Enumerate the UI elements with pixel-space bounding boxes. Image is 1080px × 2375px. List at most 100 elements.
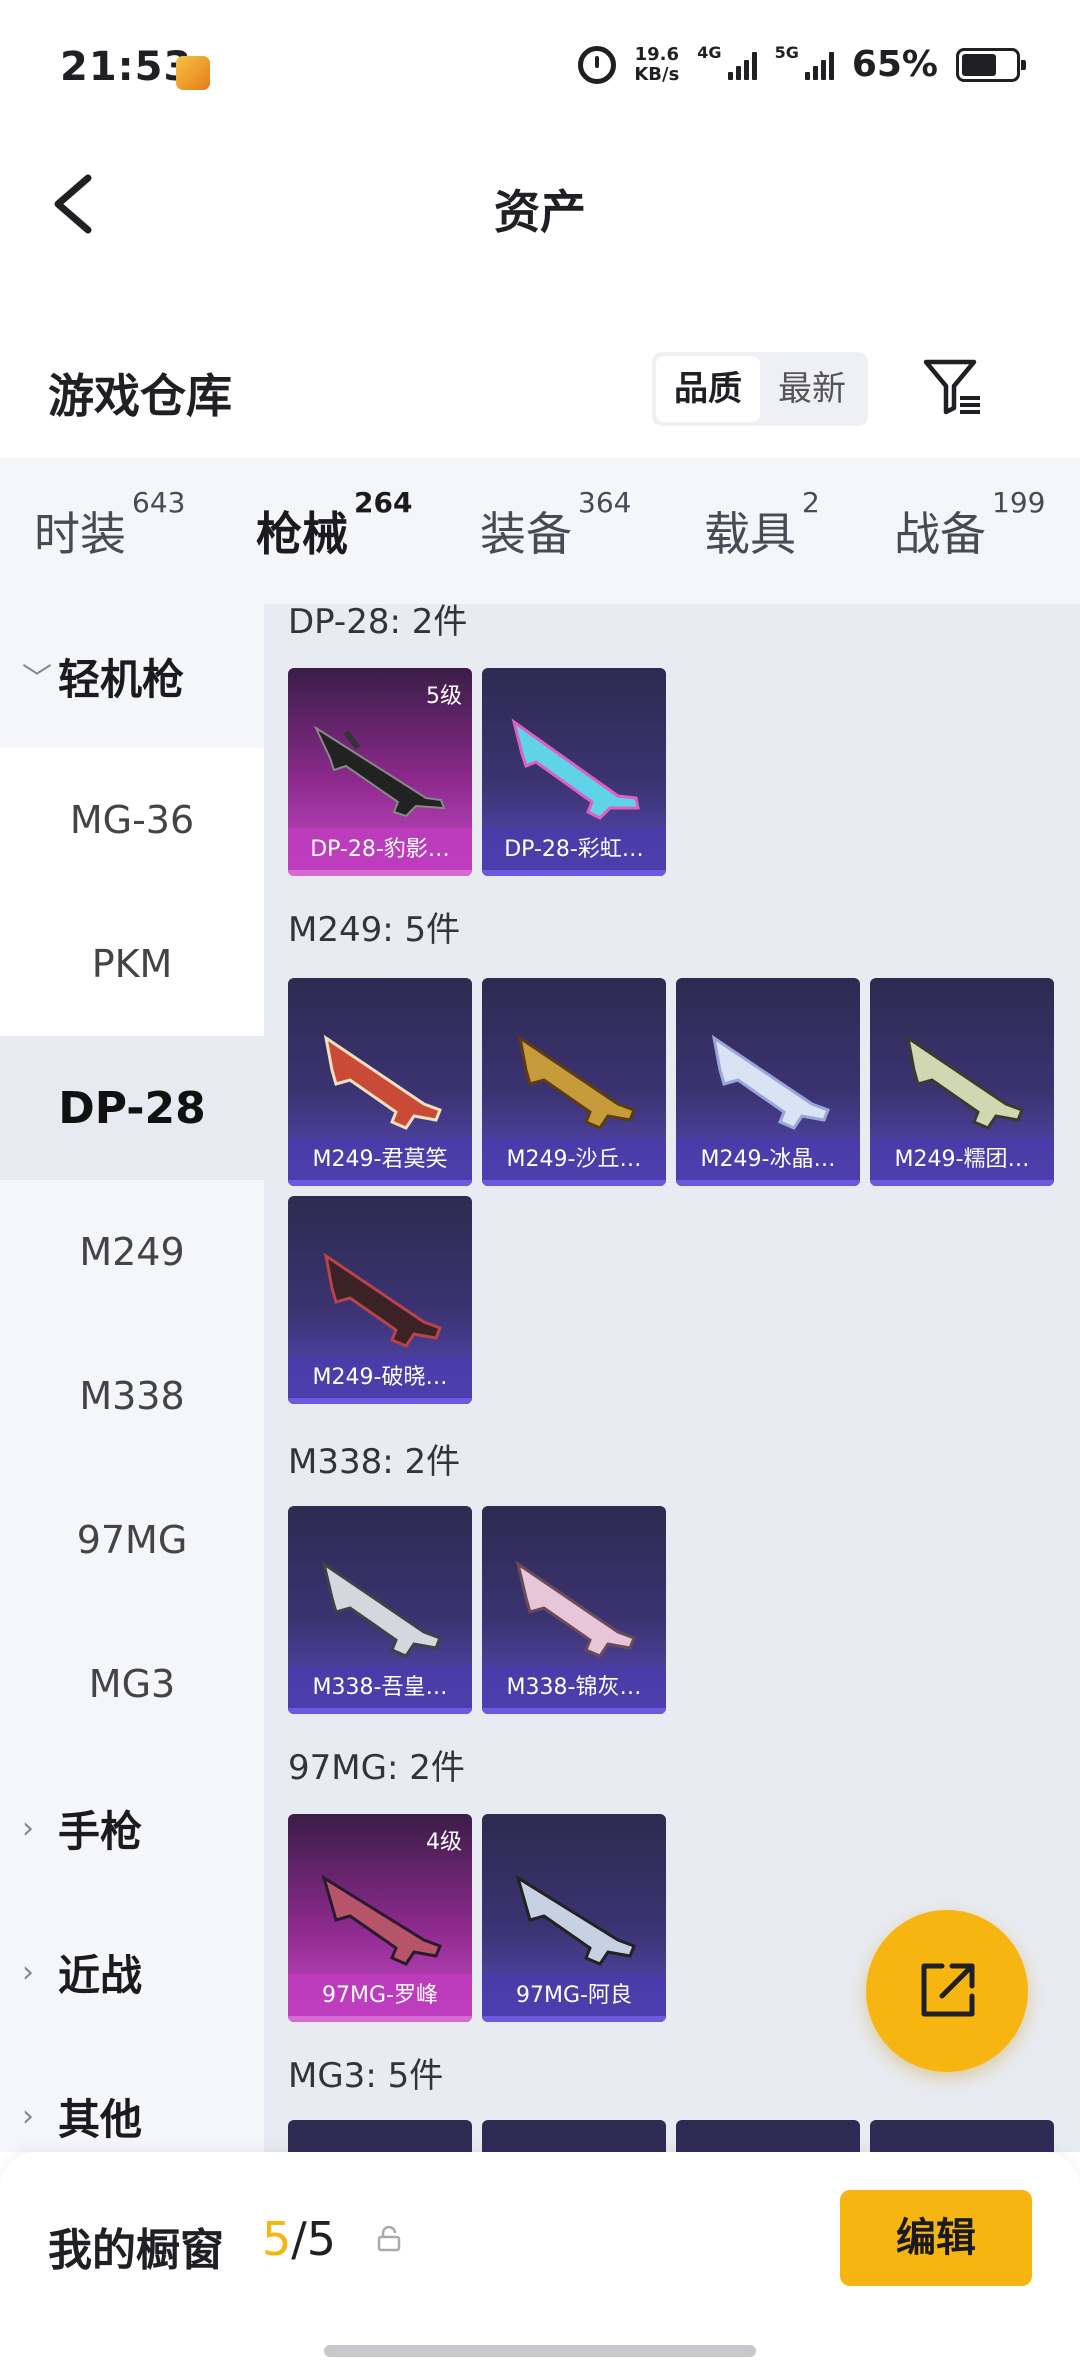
tab-label: 时装 bbox=[34, 507, 126, 561]
tab-vehicles[interactable]: 载具2 bbox=[704, 486, 820, 564]
gun-image bbox=[515, 1560, 636, 1658]
sidebar-item-mg3[interactable]: MG3 bbox=[0, 1612, 264, 1756]
signal-icon bbox=[727, 50, 757, 80]
skin-name: M249-沙丘… bbox=[482, 1138, 666, 1186]
chevron-right-icon: › bbox=[22, 1954, 34, 1990]
tab-count: 364 bbox=[578, 486, 632, 519]
showcase-label: 我的橱窗 bbox=[48, 2225, 224, 2276]
skin-card[interactable]: DP-28-彩虹… bbox=[482, 668, 666, 876]
chevron-right-icon: › bbox=[22, 2098, 34, 2134]
status-bar: 21:53 19.6 KB/s 4G 5G 65% bbox=[0, 0, 1080, 140]
skin-card[interactable]: M249-沙丘… bbox=[482, 978, 666, 1186]
share-icon bbox=[921, 1963, 975, 2017]
skin-card[interactable]: M249-破晓… bbox=[288, 1196, 472, 1404]
skin-name: 97MG-罗峰 bbox=[288, 1974, 472, 2022]
skin-name: M249-君莫笑 bbox=[288, 1138, 472, 1186]
share-button[interactable] bbox=[866, 1910, 1028, 2072]
section-title-m338: M338: 2件 bbox=[288, 1442, 461, 1482]
filter-button[interactable] bbox=[920, 354, 986, 420]
section-title-m249: M249: 5件 bbox=[288, 910, 461, 950]
filter-icon bbox=[923, 359, 980, 415]
network-speed-unit: KB/s bbox=[634, 63, 680, 85]
sidebar-item-mg36[interactable]: MG-36 bbox=[0, 748, 264, 892]
home-indicator[interactable] bbox=[324, 2345, 756, 2357]
chevron-right-icon: › bbox=[22, 1810, 34, 1846]
tab-fashion[interactable]: 时装643 bbox=[34, 486, 185, 564]
network-type-2: 5G bbox=[774, 43, 799, 62]
skin-card[interactable]: M249-君莫笑 bbox=[288, 978, 472, 1186]
battery-percent: 65% bbox=[851, 44, 938, 85]
sidebar-item-m249[interactable]: M249 bbox=[0, 1180, 264, 1324]
sidebar-group-lmg[interactable]: ﹀ 轻机枪 bbox=[0, 604, 264, 748]
alarm-icon bbox=[578, 45, 617, 84]
showcase-total: 5 bbox=[306, 2212, 337, 2266]
sidebar-item-dp28[interactable]: DP-28 bbox=[0, 1036, 264, 1180]
network-speed-value: 19.6 bbox=[634, 43, 680, 65]
skin-card[interactable] bbox=[288, 2120, 472, 2152]
tab-count: 199 bbox=[992, 486, 1046, 519]
sort-toggle: 品质 最新 bbox=[652, 352, 868, 426]
sidebar-group-pistol[interactable]: › 手枪 bbox=[0, 1756, 264, 1900]
sidebar-group-other[interactable]: › 其他 bbox=[0, 2044, 264, 2152]
skin-card[interactable]: M249-糯团… bbox=[870, 978, 1054, 1186]
skin-name: M249-冰晶… bbox=[676, 1138, 860, 1186]
tab-label: 战备 bbox=[894, 507, 986, 561]
sidebar-group-label: 其他 bbox=[58, 2094, 143, 2144]
skin-card[interactable]: M338-吾皇… bbox=[288, 1506, 472, 1714]
gun-image bbox=[313, 725, 446, 818]
sidebar-item-m338[interactable]: M338 bbox=[0, 1324, 264, 1468]
showcase-bar: 我的橱窗 5/5 编辑 bbox=[0, 2152, 1080, 2375]
skin-name: M249-破晓… bbox=[288, 1356, 472, 1404]
tab-label: 枪械 bbox=[256, 507, 348, 561]
sidebar-group-label: 手枪 bbox=[58, 1806, 143, 1856]
sidebar-group-label: 轻机枪 bbox=[58, 654, 185, 704]
gun-image bbox=[517, 1034, 636, 1130]
skin-name: M249-糯团… bbox=[870, 1138, 1054, 1186]
gun-image bbox=[321, 1874, 442, 1966]
tab-equipment[interactable]: 装备364 bbox=[480, 486, 631, 564]
tab-guns[interactable]: 枪械264 bbox=[256, 486, 412, 614]
status-time: 21:53 bbox=[60, 44, 193, 90]
sidebar-group-melee[interactable]: › 近战 bbox=[0, 1900, 264, 2044]
sidebar-group-label: 近战 bbox=[58, 1950, 143, 2000]
skin-card[interactable]: M249-冰晶… bbox=[676, 978, 860, 1186]
section-title-97mg: 97MG: 2件 bbox=[288, 1748, 465, 1788]
edit-button[interactable]: 编辑 bbox=[840, 2190, 1032, 2286]
skin-name: DP-28-豹影… bbox=[288, 828, 472, 876]
lock-icon bbox=[377, 2226, 401, 2252]
gun-image bbox=[711, 1034, 830, 1130]
tab-label: 载具 bbox=[704, 507, 796, 561]
level-badge: 5级 bbox=[426, 684, 462, 709]
skin-card[interactable] bbox=[870, 2120, 1054, 2152]
skin-card[interactable]: 4级 97MG-罗峰 bbox=[288, 1814, 472, 2022]
warehouse-header: 游戏仓库 品质 最新 bbox=[0, 340, 1080, 460]
sort-option-quality[interactable]: 品质 bbox=[656, 356, 760, 422]
header: 资产 bbox=[0, 140, 1080, 270]
skin-card[interactable]: M338-锦灰… bbox=[482, 1506, 666, 1714]
level-badge: 4级 bbox=[426, 1830, 462, 1855]
weapon-type-sidebar: ﹀ 轻机枪 MG-36 PKM DP-28 M249 M338 97MG MG3 … bbox=[0, 604, 264, 2152]
sidebar-item-pkm[interactable]: PKM bbox=[0, 892, 264, 1036]
gun-image bbox=[323, 1034, 442, 1130]
tab-supplies[interactable]: 战备199 bbox=[894, 486, 1045, 564]
section-title-mg3: MG3: 5件 bbox=[288, 2056, 444, 2096]
skin-card[interactable] bbox=[676, 2120, 860, 2152]
network-speed: 19.6 KB/s bbox=[634, 43, 680, 85]
network-type-1: 4G bbox=[697, 43, 722, 62]
category-tabs: 时装643 枪械264 装备364 载具2 战备199 bbox=[0, 458, 1080, 614]
sort-option-latest[interactable]: 最新 bbox=[760, 356, 864, 422]
skin-card[interactable]: 97MG-阿良 bbox=[482, 1814, 666, 2022]
battery-fill bbox=[962, 53, 996, 76]
warehouse-title: 游戏仓库 bbox=[48, 369, 232, 423]
showcase-count: 5/5 bbox=[262, 2212, 336, 2266]
skin-name: 97MG-阿良 bbox=[482, 1974, 666, 2022]
gun-image bbox=[323, 1252, 442, 1348]
gun-image bbox=[515, 1874, 636, 1966]
showcase-separator: / bbox=[291, 2212, 307, 2266]
tab-count: 643 bbox=[132, 486, 186, 519]
sidebar-item-97mg[interactable]: 97MG bbox=[0, 1468, 264, 1612]
tab-label: 装备 bbox=[480, 507, 572, 561]
skin-card[interactable] bbox=[482, 2120, 666, 2152]
skin-card[interactable]: 5级 DP-28-豹影… bbox=[288, 668, 472, 876]
tab-count: 2 bbox=[802, 486, 820, 519]
